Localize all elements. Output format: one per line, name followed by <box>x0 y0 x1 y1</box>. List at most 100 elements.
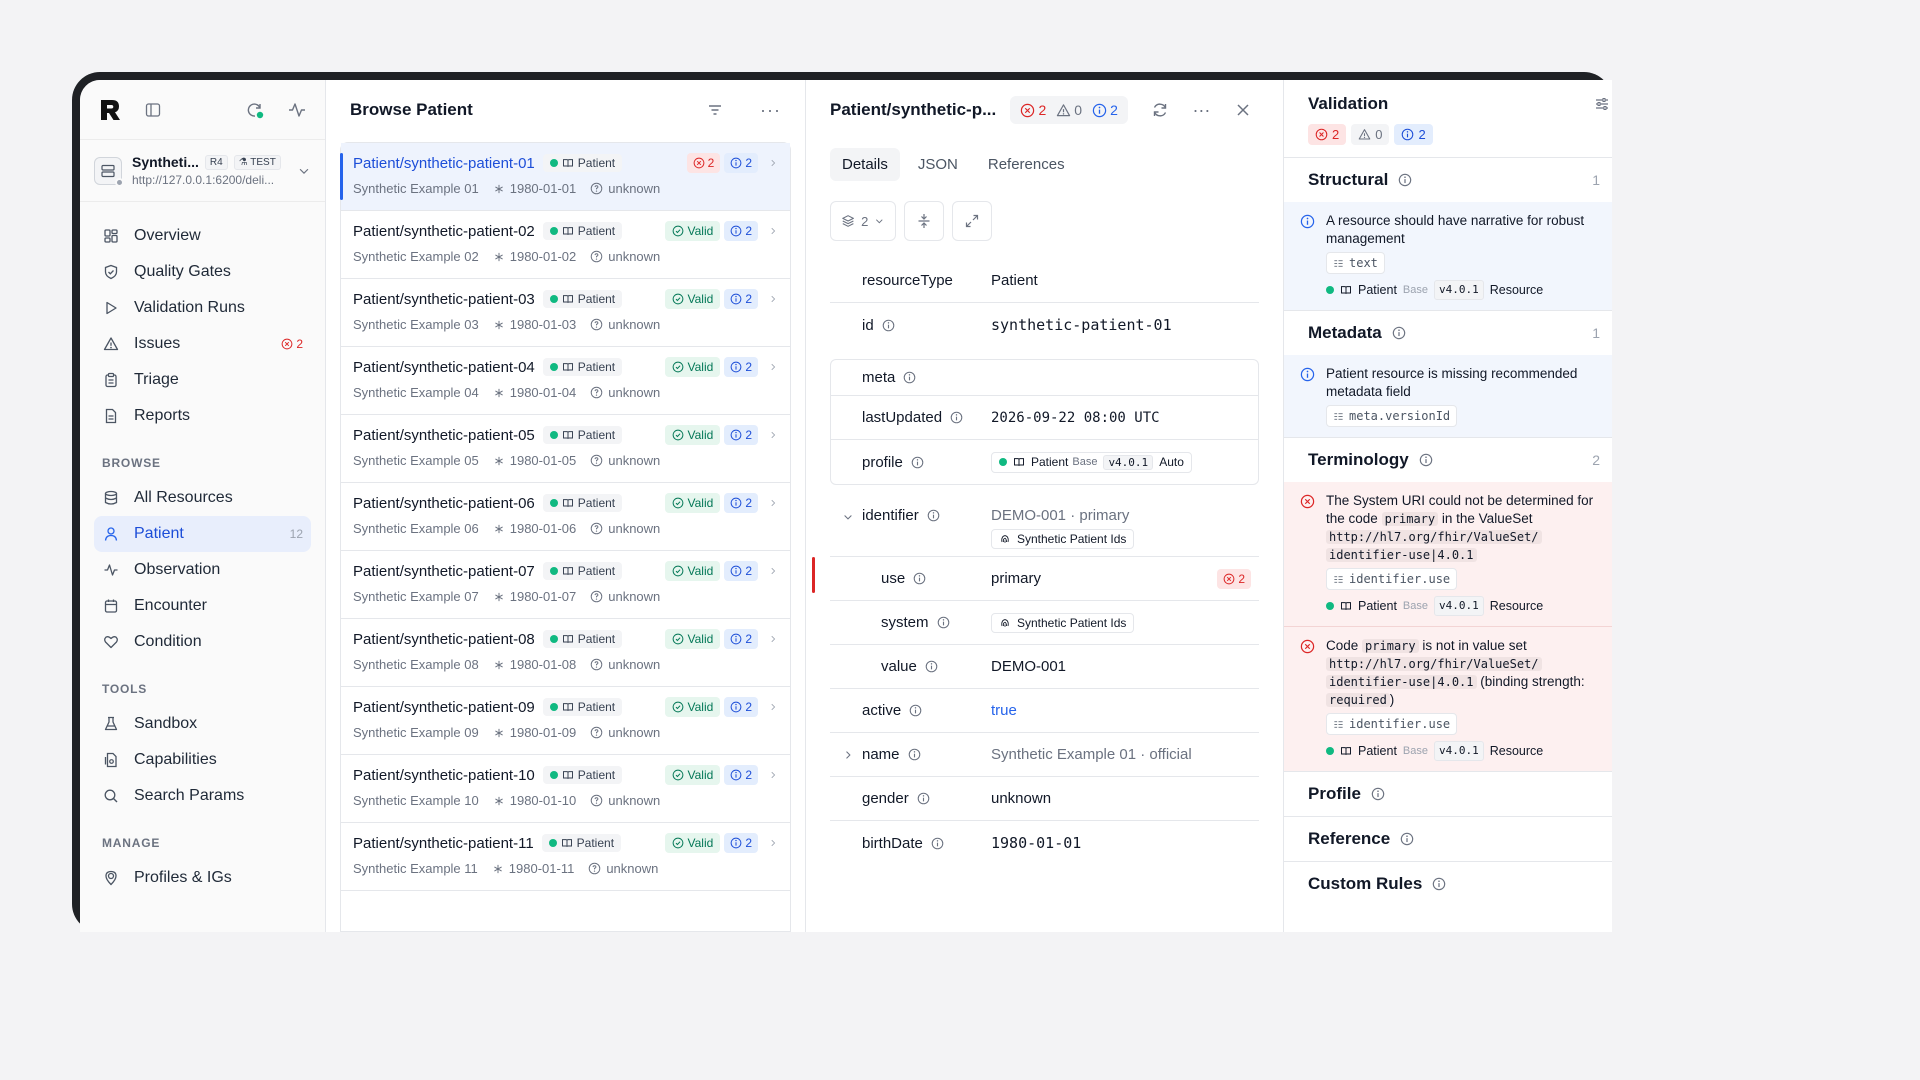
filter-icon[interactable] <box>706 101 724 119</box>
server-selector[interactable]: Syntheti... R4 ⚗ TEST http://127.0.0.1:6… <box>80 140 325 202</box>
tab-details[interactable]: Details <box>830 148 900 181</box>
issue-path[interactable]: text <box>1326 252 1385 274</box>
info-icon[interactable] <box>908 748 921 761</box>
expand-button[interactable] <box>952 201 992 241</box>
profile-chip[interactable]: Patient Base v4.0.1 Auto <box>991 451 1192 473</box>
info-icon[interactable] <box>937 616 950 629</box>
app-logo-icon[interactable] <box>98 98 122 122</box>
list-item[interactable]: Patient/synthetic-patient-07 Patient Val… <box>341 551 790 619</box>
refresh-button[interactable] <box>1144 101 1176 119</box>
error-count-badge[interactable]: 2 <box>686 153 721 173</box>
info-icon[interactable] <box>925 660 938 673</box>
field-value-row[interactable]: value DEMO-001 <box>830 645 1259 689</box>
info-icon[interactable] <box>911 456 924 469</box>
list-item[interactable]: Patient/synthetic-patient-01 Patient 22 … <box>340 143 790 211</box>
field-use[interactable]: use primary 2 <box>812 557 1259 601</box>
sidebar-item-condition[interactable]: Condition <box>94 624 311 660</box>
chevron-right-icon[interactable] <box>842 749 854 761</box>
activity-icon[interactable] <box>287 100 307 120</box>
info-count-badge[interactable]: 2 <box>724 561 758 581</box>
info-count-badge[interactable]: 2 <box>724 833 758 853</box>
info-count-badge[interactable]: 2 <box>724 425 758 445</box>
field-profile[interactable]: profile Patient Base v4.0.1 Auto <box>831 440 1258 484</box>
warning-count-badge[interactable]: 0 <box>1351 124 1390 145</box>
valid-badge[interactable]: Valid <box>664 765 721 785</box>
field-meta[interactable]: meta <box>831 360 1258 396</box>
info-count-badge[interactable]: 2 <box>724 697 758 717</box>
sidebar-item-capabilities[interactable]: Capabilities <box>94 742 311 778</box>
info-count-badge[interactable]: 2 <box>1394 124 1433 145</box>
close-button[interactable] <box>1227 103 1259 117</box>
issue-path[interactable]: meta.versionId <box>1326 405 1458 427</box>
sidebar-item-overview[interactable]: Overview <box>94 218 311 254</box>
issue-system-uri[interactable]: The System URI could not be determined f… <box>1284 482 1612 626</box>
sidebar-item-triage[interactable]: Triage <box>94 362 311 398</box>
field-error-badge[interactable]: 2 <box>1217 568 1251 589</box>
tab-references[interactable]: References <box>976 148 1077 181</box>
section-reference[interactable]: Reference <box>1284 816 1612 861</box>
info-icon[interactable] <box>913 572 926 585</box>
info-count-badge[interactable]: 2 <box>724 629 758 649</box>
info-icon[interactable] <box>882 319 895 332</box>
field-system[interactable]: system Synthetic Patient Ids <box>830 601 1259 645</box>
system-chip[interactable]: Synthetic Patient Ids <box>991 612 1135 633</box>
valid-badge[interactable]: Valid <box>664 697 721 717</box>
sidebar-item-sandbox[interactable]: Sandbox <box>94 706 311 742</box>
issue-path[interactable]: identifier.use <box>1326 568 1458 590</box>
info-count-badge[interactable]: 2 <box>724 153 758 173</box>
field-last-updated[interactable]: lastUpdated 2026-09-22 08:00 UTC <box>831 396 1258 440</box>
field-birth-date[interactable]: birthDate 1980-01-01 <box>830 821 1259 865</box>
sync-status-icon[interactable] <box>245 100 265 120</box>
info-icon[interactable] <box>917 792 930 805</box>
valid-badge[interactable]: Valid <box>664 833 721 853</box>
info-count-badge[interactable]: 2 <box>724 493 758 513</box>
field-name[interactable]: name Synthetic Example 01 · official <box>830 733 1259 777</box>
info-count-badge[interactable]: 2 <box>724 289 758 309</box>
more-options-icon[interactable]: ··· <box>760 100 781 121</box>
list-item[interactable]: Patient/synthetic-patient-02 Patient Val… <box>341 211 790 279</box>
sidebar-item-search-params[interactable]: Search Params <box>94 778 311 814</box>
issue-narrative[interactable]: A resource should have narrative for rob… <box>1284 202 1612 310</box>
info-icon[interactable] <box>931 837 944 850</box>
sidebar-item-reports[interactable]: Reports <box>94 398 311 434</box>
chevron-down-icon[interactable] <box>297 164 311 178</box>
sidebar-item-all-resources[interactable]: All Resources <box>94 480 311 516</box>
info-icon[interactable] <box>950 411 963 424</box>
sidebar-item-issues[interactable]: Issues 2 <box>94 326 311 362</box>
sidebar-item-observation[interactable]: Observation <box>94 552 311 588</box>
sidebar-item-encounter[interactable]: Encounter <box>94 588 311 624</box>
list-item[interactable]: Patient/synthetic-patient-06 Patient Val… <box>341 483 790 551</box>
section-custom-rules[interactable]: Custom Rules <box>1284 861 1612 906</box>
valid-badge[interactable]: Valid <box>664 357 721 377</box>
field-active[interactable]: active true <box>830 689 1259 733</box>
valid-badge[interactable]: Valid <box>664 629 721 649</box>
sidebar-item-patient[interactable]: Patient 12 <box>94 516 311 552</box>
list-item[interactable]: Patient/synthetic-patient-05 Patient Val… <box>341 415 790 483</box>
info-icon[interactable] <box>927 509 940 522</box>
info-count-badge[interactable]: 2 <box>724 357 758 377</box>
valid-badge[interactable]: Valid <box>664 425 721 445</box>
issue-path[interactable]: identifier.use <box>1326 713 1458 735</box>
info-icon[interactable] <box>909 704 922 717</box>
issue-counts[interactable]: 2 0 2 <box>1010 96 1128 124</box>
system-chip[interactable]: Synthetic Patient Ids <box>991 529 1135 549</box>
field-resource-type[interactable]: resourceType Patient <box>830 259 1259 303</box>
error-count-badge[interactable]: 2 <box>1308 124 1347 145</box>
settings-sliders-icon[interactable] <box>1594 96 1610 112</box>
info-count-badge[interactable]: 2 <box>724 765 758 785</box>
tab-json[interactable]: JSON <box>906 148 970 181</box>
list-item[interactable]: Patient/synthetic-patient-09 Patient Val… <box>341 687 790 755</box>
list-item[interactable]: Patient/synthetic-patient-08 Patient Val… <box>341 619 790 687</box>
issue-meta[interactable]: Patient resource is missing recommended … <box>1284 355 1612 437</box>
chevron-down-icon[interactable] <box>842 511 854 523</box>
info-icon[interactable] <box>903 371 916 384</box>
section-profile[interactable]: Profile <box>1284 771 1612 816</box>
valid-badge[interactable]: Valid <box>664 493 721 513</box>
field-gender[interactable]: gender unknown <box>830 777 1259 821</box>
more-options-icon[interactable]: ··· <box>1186 100 1218 121</box>
section-terminology[interactable]: Terminology 2 <box>1284 437 1612 482</box>
field-identifier[interactable]: identifier DEMO-001 · primary Synthetic … <box>830 497 1259 557</box>
collapse-all-button[interactable] <box>904 201 944 241</box>
sidebar-toggle-icon[interactable] <box>144 101 162 119</box>
sidebar-item-quality-gates[interactable]: Quality Gates <box>94 254 311 290</box>
